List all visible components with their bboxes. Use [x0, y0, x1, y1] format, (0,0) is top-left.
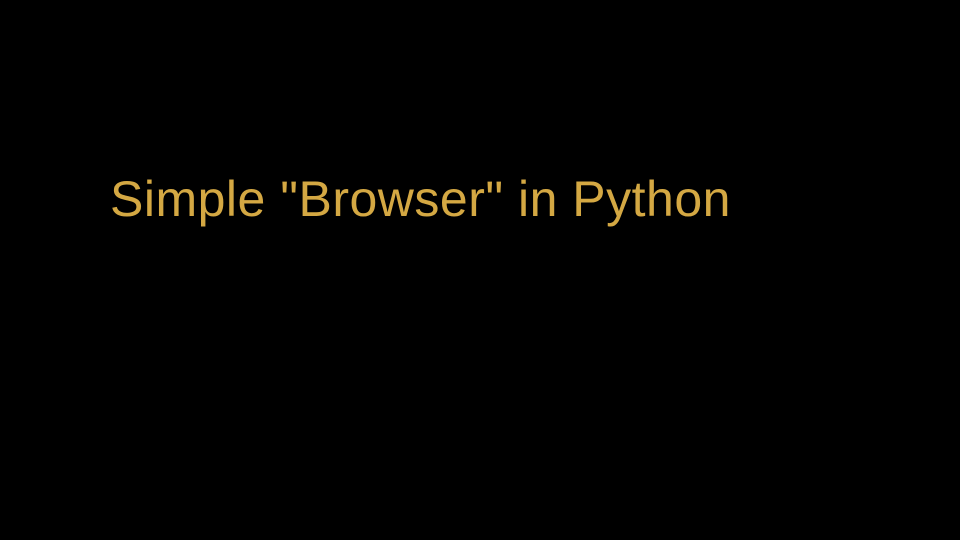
presentation-slide: Simple "Browser" in Python: [0, 0, 960, 540]
slide-title: Simple "Browser" in Python: [110, 170, 731, 228]
